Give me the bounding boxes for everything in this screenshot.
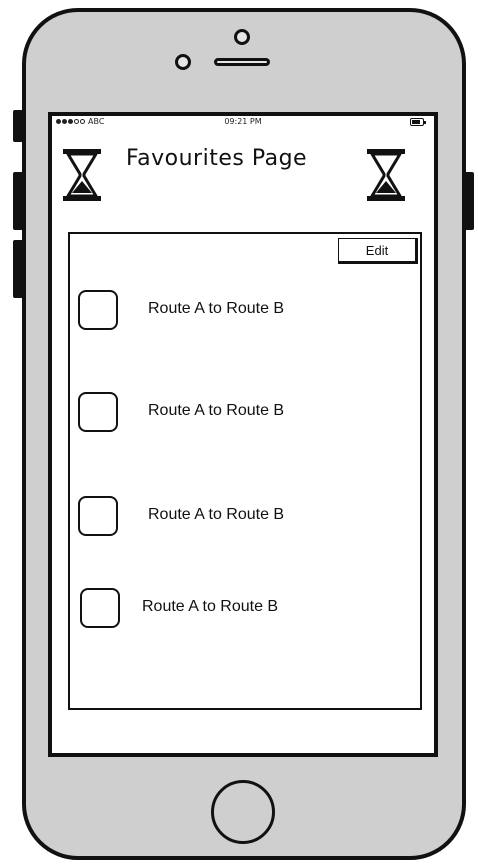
list-item[interactable]: Route A to Route B	[78, 290, 398, 334]
front-sensor	[234, 29, 250, 45]
phone-screen: ABC 09:21 PM Favourites Page Edit Route …	[48, 112, 438, 757]
status-time: 09:21 PM	[224, 117, 262, 126]
edit-button[interactable]: Edit	[338, 238, 418, 264]
route-label: Route A to Route B	[148, 300, 285, 317]
status-bar: ABC 09:21 PM	[52, 116, 434, 130]
front-camera	[175, 54, 191, 70]
home-button[interactable]	[211, 780, 275, 844]
device-mockup: ABC 09:21 PM Favourites Page Edit Route …	[0, 0, 478, 865]
favourites-list: Edit Route A to Route B Route A to Route…	[68, 232, 422, 710]
favourite-checkbox[interactable]	[78, 496, 118, 536]
favourite-checkbox[interactable]	[78, 290, 118, 330]
page-title: Favourites Page	[126, 146, 308, 171]
list-item[interactable]: Route A to Route B	[78, 392, 398, 436]
route-label: Route A to Route B	[148, 506, 285, 523]
earpiece-speaker	[214, 58, 270, 66]
battery-icon	[410, 118, 426, 126]
route-label: Route A to Route B	[142, 598, 279, 615]
hourglass-icon	[63, 149, 101, 201]
list-item[interactable]: Route A to Route B	[78, 496, 398, 540]
route-label: Route A to Route B	[148, 402, 285, 419]
favourite-checkbox[interactable]	[80, 588, 120, 628]
list-item[interactable]: Route A to Route B	[78, 588, 398, 632]
hourglass-icon	[367, 149, 405, 201]
favourite-checkbox[interactable]	[78, 392, 118, 432]
